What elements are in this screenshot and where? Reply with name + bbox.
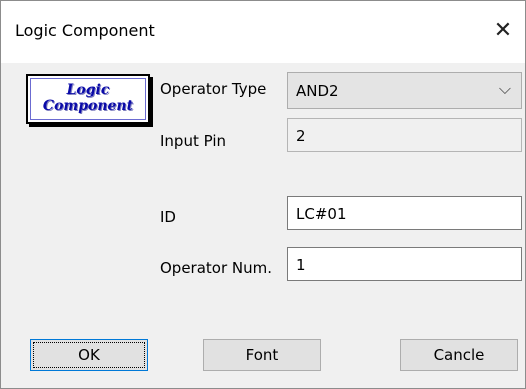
cancel-button-label: Cancle <box>433 346 485 364</box>
operator-type-label: Operator Type <box>160 80 267 98</box>
font-button[interactable]: Font <box>203 339 321 371</box>
window-title: Logic Component <box>15 21 155 40</box>
id-field[interactable]: LC#01 <box>287 196 522 230</box>
close-icon[interactable]: ✕ <box>481 5 525 57</box>
operator-type-select[interactable]: AND2 ⌵ <box>287 72 522 109</box>
ok-button[interactable]: OK <box>30 339 148 371</box>
input-pin-field[interactable]: 2 <box>287 118 522 152</box>
operator-num-label: Operator Num. <box>160 259 273 277</box>
logic-component-dialog: Logic Component ✕ Logic Component Operat… <box>0 0 526 389</box>
title-bar: Logic Component ✕ <box>1 1 525 63</box>
logo-line-1: Logic <box>66 82 110 98</box>
chevron-down-icon: ⌵ <box>498 79 511 98</box>
operator-type-value: AND2 <box>296 82 339 100</box>
id-label: ID <box>160 208 176 226</box>
logo-line-2: Component <box>42 98 134 114</box>
logic-component-logo: Logic Component <box>26 74 150 124</box>
font-button-label: Font <box>245 346 279 364</box>
operator-num-field[interactable]: 1 <box>287 247 522 281</box>
cancel-button[interactable]: Cancle <box>400 339 518 371</box>
input-pin-label: Input Pin <box>160 132 226 150</box>
